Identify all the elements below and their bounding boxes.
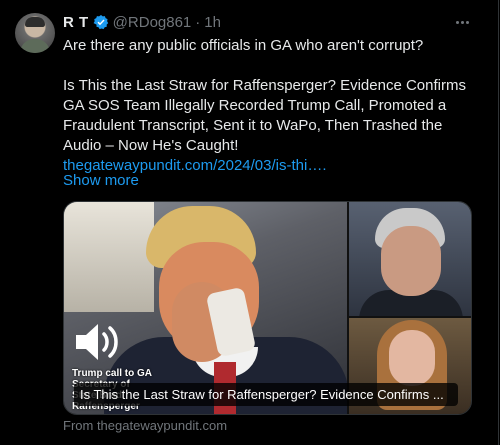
tweet-line-question: Are there any public officials in GA who… <box>63 37 424 54</box>
card-image-man <box>349 202 471 316</box>
separator: · <box>195 13 201 31</box>
tweet-container[interactable]: R T @RDog861 · 1h Are there any public o… <box>0 0 499 445</box>
verified-badge-icon <box>93 15 108 30</box>
card-source[interactable]: From thegatewaypundit.com <box>63 418 227 433</box>
avatar-hat <box>25 17 45 27</box>
avatar[interactable] <box>15 13 55 53</box>
author-name[interactable]: R T <box>63 14 89 31</box>
avatar-body <box>20 39 50 53</box>
speaker-icon <box>76 324 118 360</box>
tweet-line-headline: Is This the Last Straw for Raffensperger… <box>63 77 466 154</box>
link-card[interactable]: Trump call to GA Secretary of State Brad… <box>63 201 472 415</box>
author-handle[interactable]: @RDog861 <box>113 14 192 31</box>
more-options-icon[interactable] <box>452 14 472 30</box>
tweet-text: Are there any public officials in GA who… <box>63 36 483 176</box>
tweet-header: R T @RDog861 · 1h <box>63 12 221 32</box>
timestamp[interactable]: 1h <box>204 14 221 31</box>
show-more-link[interactable]: Show more <box>63 172 139 189</box>
card-title[interactable]: Is This the Last Straw for Raffensperger… <box>74 383 458 406</box>
